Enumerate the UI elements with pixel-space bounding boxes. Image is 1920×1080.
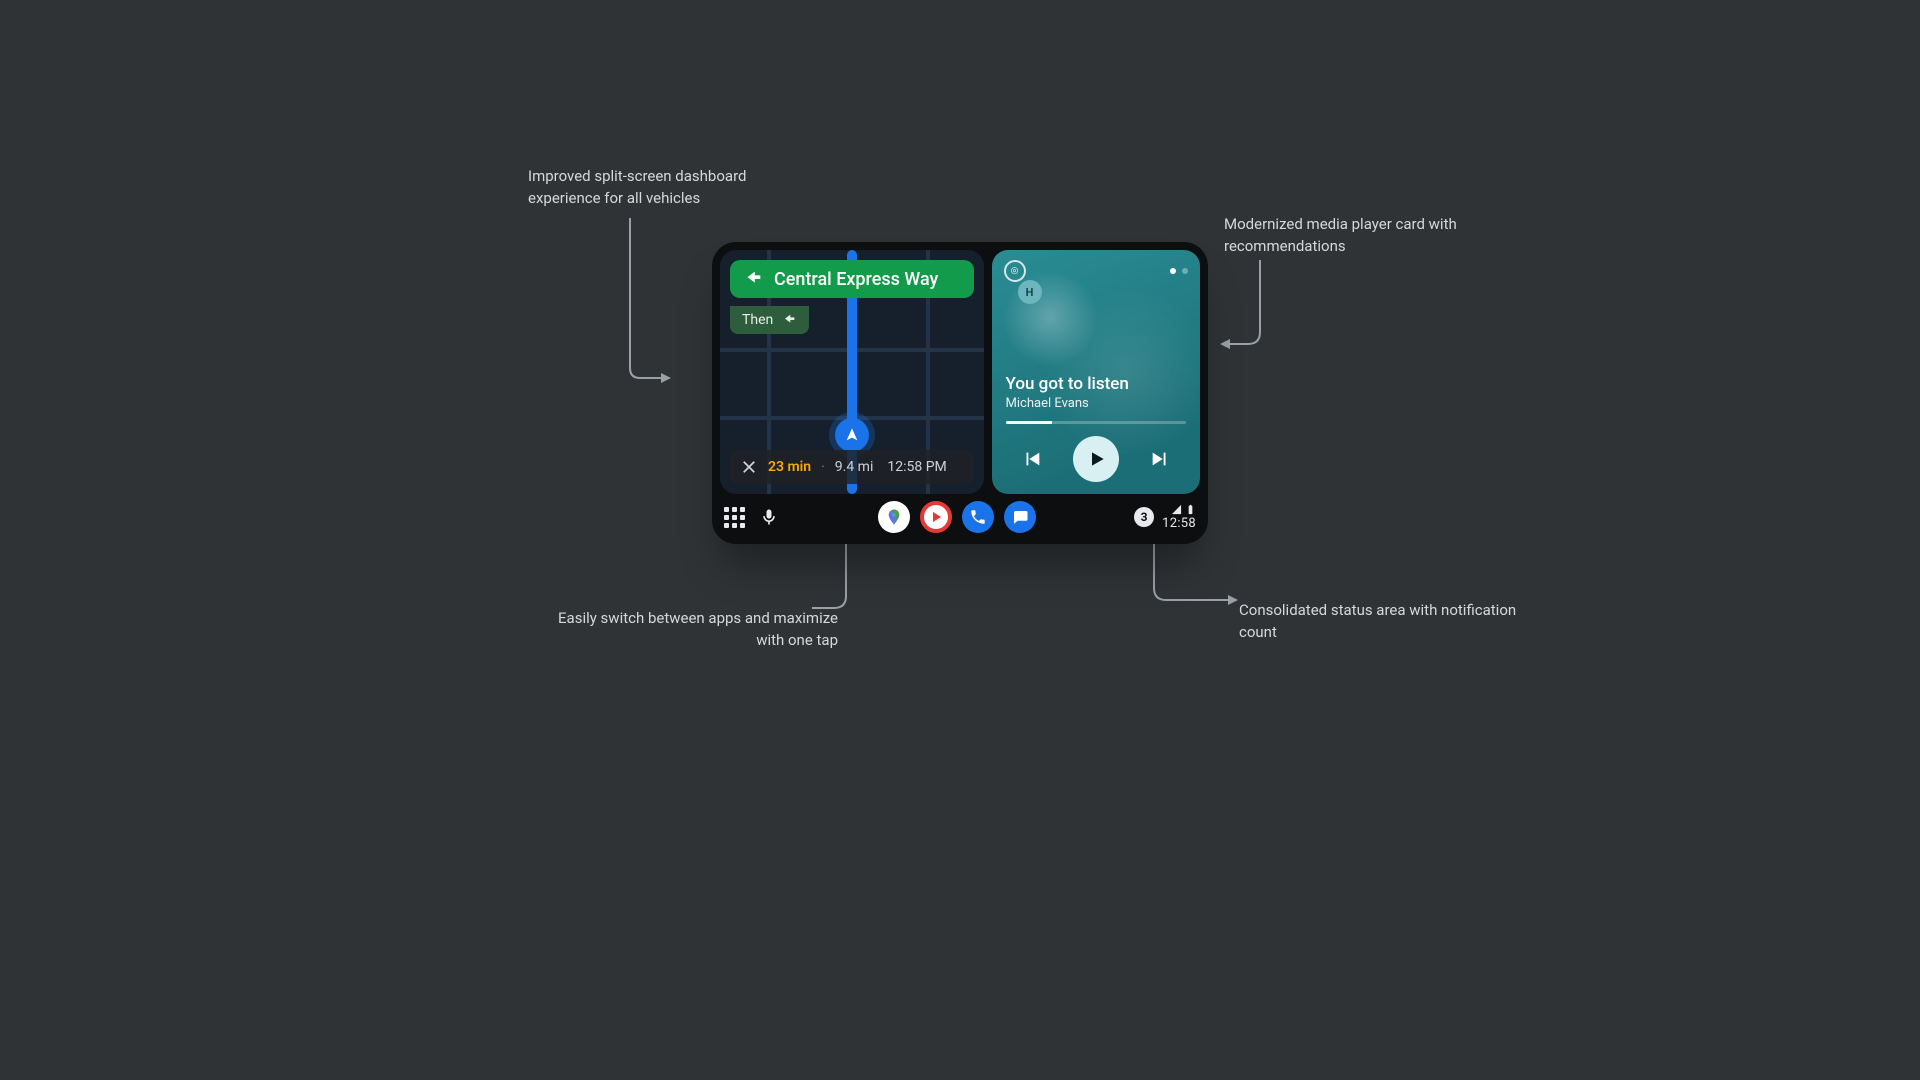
notification-count-badge[interactable]: 3: [1134, 507, 1154, 527]
album-avatar: H: [1018, 280, 1042, 304]
dock-app-maps[interactable]: [878, 501, 910, 533]
media-card[interactable]: ◎ H You got to listen Michael Evans: [992, 250, 1200, 494]
annotation-bottom-right: Consolidated status area with notificati…: [1239, 600, 1519, 644]
app-launcher-button[interactable]: [724, 507, 745, 528]
dock-app-messages[interactable]: [1004, 501, 1036, 533]
current-location-puck: [835, 418, 869, 452]
skip-next-icon[interactable]: [1149, 448, 1171, 470]
car-display-device: Central Express Way Then 23 min · 9.4 mi…: [712, 242, 1208, 544]
media-source-badge: ◎: [1004, 260, 1026, 282]
track-artist: Michael Evans: [1006, 396, 1186, 411]
skip-previous-icon[interactable]: [1021, 448, 1043, 470]
eta-duration: 23 min: [768, 459, 811, 475]
cellular-signal-icon: [1171, 504, 1182, 515]
play-icon: [1087, 449, 1107, 469]
annotation-top-left: Improved split-screen dashboard experien…: [528, 166, 808, 210]
turn-left-icon: [781, 312, 797, 328]
close-icon[interactable]: [740, 458, 758, 476]
direction-banner[interactable]: Central Express Way: [730, 260, 974, 298]
battery-icon: [1185, 504, 1196, 515]
eta-distance: 9.4 mi: [835, 459, 874, 475]
status-icons: [1171, 504, 1196, 515]
system-bar: 3 12:58: [724, 498, 1196, 536]
eta-bar[interactable]: 23 min · 9.4 mi 12:58 PM: [730, 450, 974, 484]
direction-road-name: Central Express Way: [774, 269, 938, 290]
next-step-chip[interactable]: Then: [730, 306, 809, 334]
voice-assistant-button[interactable]: [759, 507, 779, 527]
app-dock: [779, 501, 1134, 533]
pager-dot-active: [1170, 268, 1176, 274]
pointer-arrow-top-right: [1218, 260, 1268, 360]
dock-app-youtube-music[interactable]: [920, 501, 952, 533]
dock-app-phone[interactable]: [962, 501, 994, 533]
navigation-card[interactable]: Central Express Way Then 23 min · 9.4 mi…: [720, 250, 984, 494]
media-controls: [1006, 436, 1186, 482]
status-clock: 12:58: [1162, 517, 1196, 530]
next-step-label: Then: [742, 312, 773, 328]
playback-progress[interactable]: [1006, 421, 1186, 424]
play-button[interactable]: [1073, 436, 1119, 482]
turn-left-icon: [742, 268, 764, 290]
pointer-arrow-top-left: [625, 218, 685, 388]
annotation-top-right: Modernized media player card with recomm…: [1224, 214, 1504, 258]
eta-arrival: 12:58 PM: [887, 459, 946, 475]
annotation-bottom-left: Easily switch between apps and maximize …: [558, 608, 838, 652]
pager-dot: [1182, 268, 1188, 274]
track-title: You got to listen: [1006, 374, 1186, 394]
pointer-arrow-bottom-right: [1144, 540, 1244, 620]
card-pager[interactable]: [1170, 268, 1188, 274]
